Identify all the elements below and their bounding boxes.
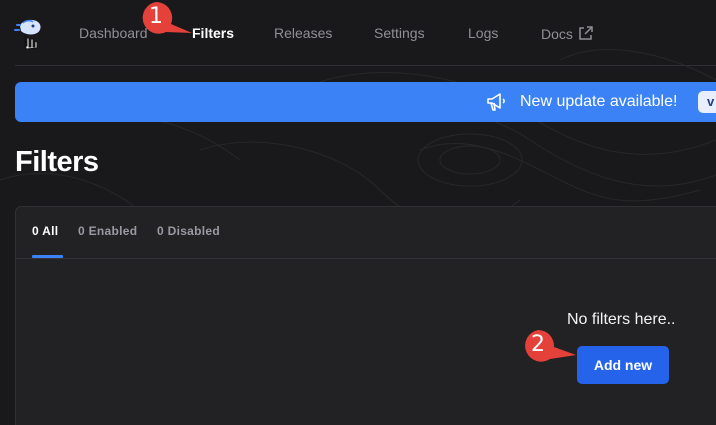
empty-state-message: No filters here.. bbox=[567, 311, 676, 328]
tabs-divider bbox=[16, 258, 716, 259]
callout-number: 2 bbox=[531, 332, 545, 357]
app-logo-icon[interactable] bbox=[14, 14, 44, 50]
callout-marker-2: 2 bbox=[520, 328, 576, 364]
external-link-icon bbox=[579, 26, 593, 40]
tab-all[interactable]: 0 All bbox=[32, 224, 58, 238]
nav-item-releases[interactable]: Releases bbox=[274, 25, 332, 41]
add-new-button[interactable]: Add new bbox=[577, 346, 669, 384]
nav-item-docs[interactable]: Docs bbox=[541, 25, 594, 42]
top-nav: Dashboard Filters Releases Settings Logs… bbox=[0, 0, 716, 66]
app-page: Dashboard Filters Releases Settings Logs… bbox=[0, 0, 716, 425]
nav-item-logs[interactable]: Logs bbox=[468, 25, 498, 41]
update-banner-button[interactable]: v bbox=[698, 91, 716, 113]
megaphone-icon bbox=[487, 93, 505, 111]
update-banner: New update available! v bbox=[15, 82, 716, 122]
page-title: Filters bbox=[15, 146, 99, 178]
tab-enabled[interactable]: 0 Enabled bbox=[78, 224, 137, 238]
nav-divider bbox=[15, 65, 716, 66]
nav-item-docs-label: Docs bbox=[541, 26, 573, 42]
callout-marker-1: 1 bbox=[138, 0, 194, 36]
update-banner-text: New update available! bbox=[520, 93, 678, 110]
filters-panel: 0 All 0 Enabled 0 Disabled No filters he… bbox=[15, 206, 716, 425]
callout-number: 1 bbox=[149, 4, 163, 29]
nav-item-filters[interactable]: Filters bbox=[192, 25, 234, 41]
nav-item-settings[interactable]: Settings bbox=[374, 25, 425, 41]
tab-disabled[interactable]: 0 Disabled bbox=[157, 224, 220, 238]
